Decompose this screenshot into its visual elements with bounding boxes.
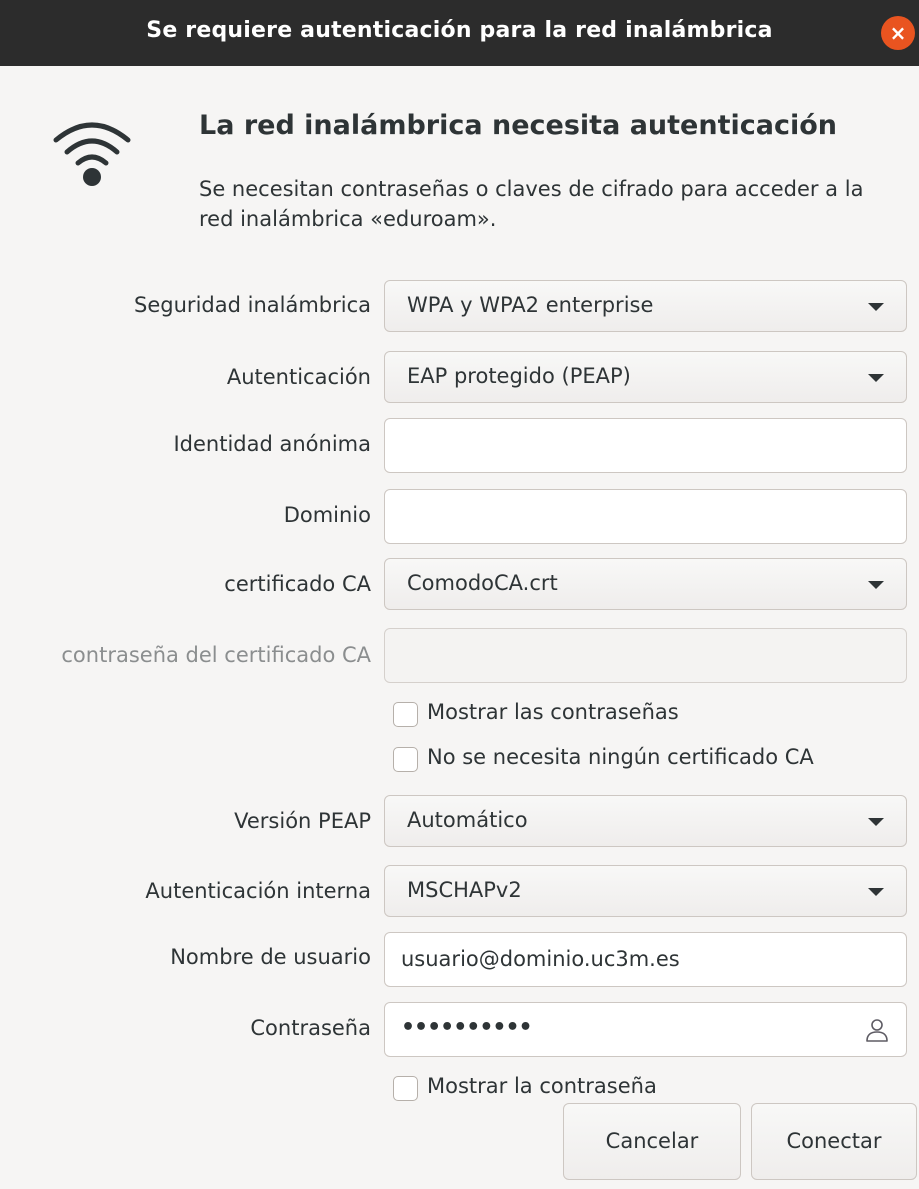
password-value: •••••••••• (401, 1015, 533, 1040)
dialog-heading: La red inalámbrica necesita autenticació… (199, 110, 838, 141)
inner-authentication-value: MSCHAPv2 (407, 878, 522, 902)
connect-button[interactable]: Conectar (751, 1103, 917, 1180)
ca-certificate-label: certificado CA (224, 572, 371, 596)
show-password-checkbox[interactable] (393, 1076, 418, 1101)
peap-version-label: Versión PEAP (234, 809, 371, 833)
domain-label: Dominio (283, 503, 371, 527)
authentication-combo[interactable]: EAP protegido (PEAP) (384, 351, 907, 403)
close-icon: × (889, 21, 907, 45)
anonymous-identity-label: Identidad anónima (173, 432, 371, 456)
no-ca-certificate-checkbox[interactable] (393, 747, 418, 772)
authentication-label: Autenticación (226, 365, 371, 389)
wireless-security-label: Seguridad inalámbrica (134, 293, 371, 317)
wireless-security-value: WPA y WPA2 enterprise (407, 293, 654, 317)
username-field[interactable]: usuario@dominio.uc3m.es (384, 932, 907, 987)
anonymous-identity-field[interactable] (384, 418, 907, 473)
username-value: usuario@dominio.uc3m.es (401, 947, 680, 971)
inner-authentication-label: Autenticación interna (145, 879, 371, 903)
inner-authentication-combo[interactable]: MSCHAPv2 (384, 865, 907, 917)
cancel-button[interactable]: Cancelar (563, 1103, 741, 1180)
show-passwords-checkbox[interactable] (393, 702, 418, 727)
wireless-security-combo[interactable]: WPA y WPA2 enterprise (384, 280, 907, 332)
password-field[interactable]: •••••••••• (384, 1002, 907, 1057)
dropdown-arrow-icon (868, 374, 884, 382)
show-passwords-label[interactable]: Mostrar las contraseñas (427, 700, 679, 724)
peap-version-value: Automático (407, 808, 528, 832)
dialog-description: Se necesitan contraseñas o claves de cif… (199, 177, 864, 231)
domain-field[interactable] (384, 489, 907, 544)
window-title: Se requiere autenticación para la red in… (146, 18, 773, 43)
no-ca-certificate-label[interactable]: No se necesita ningún certificado CA (427, 745, 814, 769)
ca-certificate-value: ComodoCA.crt (407, 571, 558, 595)
close-button[interactable]: × (881, 16, 915, 50)
dropdown-arrow-icon (868, 888, 884, 896)
title-bar: Se requiere autenticación para la red in… (0, 0, 919, 66)
peap-version-combo[interactable]: Automático (384, 795, 907, 847)
dropdown-arrow-icon (868, 818, 884, 826)
dropdown-arrow-icon (868, 303, 884, 311)
ca-certificate-combo[interactable]: ComodoCA.crt (384, 558, 907, 610)
show-password-label[interactable]: Mostrar la contraseña (427, 1074, 657, 1098)
dropdown-arrow-icon (868, 581, 884, 589)
username-label: Nombre de usuario (170, 945, 371, 969)
ca-certificate-password-label: contraseña del certificado CA (61, 643, 371, 667)
user-icon[interactable] (864, 1017, 890, 1043)
ca-certificate-password-field (384, 628, 907, 683)
wifi-icon (53, 122, 131, 186)
password-label: Contraseña (250, 1016, 371, 1040)
authentication-value: EAP protegido (PEAP) (407, 364, 631, 388)
